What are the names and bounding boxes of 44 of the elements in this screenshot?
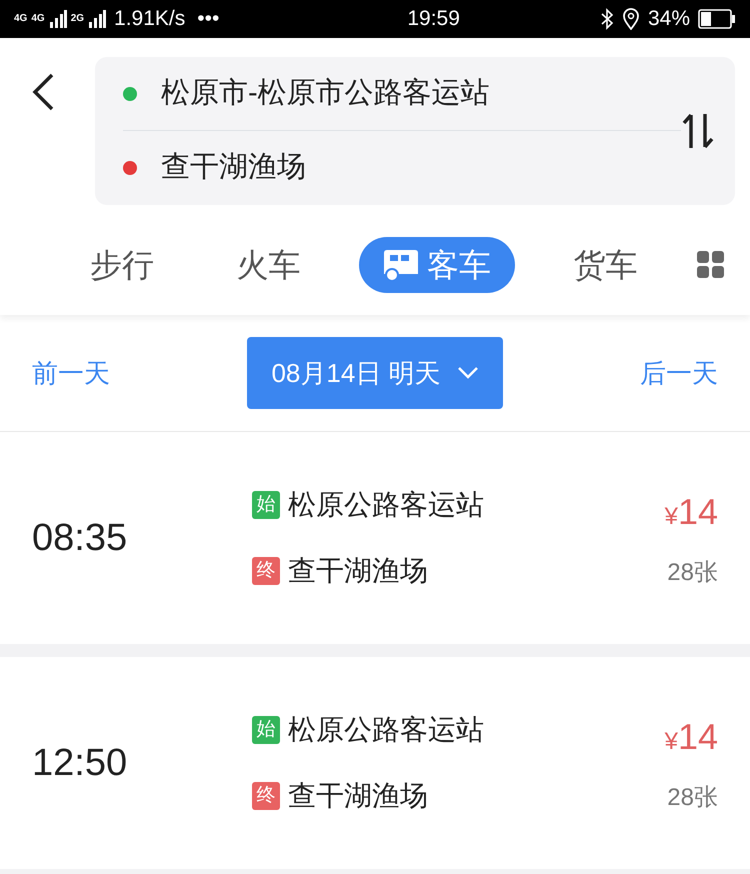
battery-percent: 34% <box>648 6 690 32</box>
ticket-count: 28张 <box>667 783 718 813</box>
start-badge: 始 <box>252 491 280 519</box>
network-label: 2G <box>70 14 84 24</box>
start-badge: 始 <box>252 716 280 744</box>
mode-tab[interactable]: 客车 <box>359 237 515 293</box>
price: ¥14 <box>664 490 718 534</box>
end-badge: 终 <box>252 557 280 585</box>
network-label: 4G <box>14 14 28 24</box>
network-speed: 1.91K/s <box>114 6 186 32</box>
end-badge: 终 <box>252 782 280 810</box>
trip-card[interactable]: 12:50 始 松原公路客运站 终 查干湖渔场 ¥14 28张 <box>0 657 750 869</box>
origin-field[interactable]: 松原市-松原市公路客运站 <box>161 72 490 116</box>
previous-day-link[interactable]: 前一天 <box>32 354 110 392</box>
signal-icon <box>48 10 67 28</box>
clock: 19:59 <box>406 6 460 32</box>
mode-tab[interactable]: 步行 <box>66 237 178 293</box>
next-day-link[interactable]: 后一天 <box>640 354 718 392</box>
destination-field[interactable]: 查干湖渔场 <box>161 146 306 190</box>
departure-time: 08:35 <box>32 516 128 560</box>
location-icon <box>622 8 640 30</box>
signal-icon <box>88 10 106 28</box>
price: ¥14 <box>664 715 718 759</box>
bluetooth-icon <box>600 8 614 30</box>
origin-dot <box>123 86 137 100</box>
ticket-count: 28张 <box>667 558 718 588</box>
chevron-down-icon <box>456 366 479 380</box>
grid-icon[interactable] <box>696 250 726 280</box>
mode-tab[interactable]: 火车 <box>212 237 324 293</box>
origin-station: 松原公路客运站 <box>288 713 484 747</box>
back-icon[interactable] <box>30 72 56 112</box>
battery-icon <box>698 9 736 29</box>
destination-station: 查干湖渔场 <box>288 554 428 588</box>
trip-card[interactable]: 08:35 始 松原公路客运站 终 查干湖渔场 ¥14 28张 <box>0 432 750 644</box>
destination-dot <box>123 161 137 175</box>
mode-tab[interactable]: 货车 <box>550 237 662 293</box>
swap-icon[interactable] <box>681 112 715 150</box>
departure-time: 12:50 <box>32 740 128 786</box>
destination-station: 查干湖渔场 <box>288 779 428 813</box>
origin-station: 松原公路客运站 <box>288 488 484 522</box>
date-dropdown[interactable]: 08月14日 明天 <box>247 337 503 409</box>
network-label: 4G <box>31 14 45 24</box>
more-indicator: ••• <box>197 6 220 32</box>
bus-icon <box>383 248 419 282</box>
